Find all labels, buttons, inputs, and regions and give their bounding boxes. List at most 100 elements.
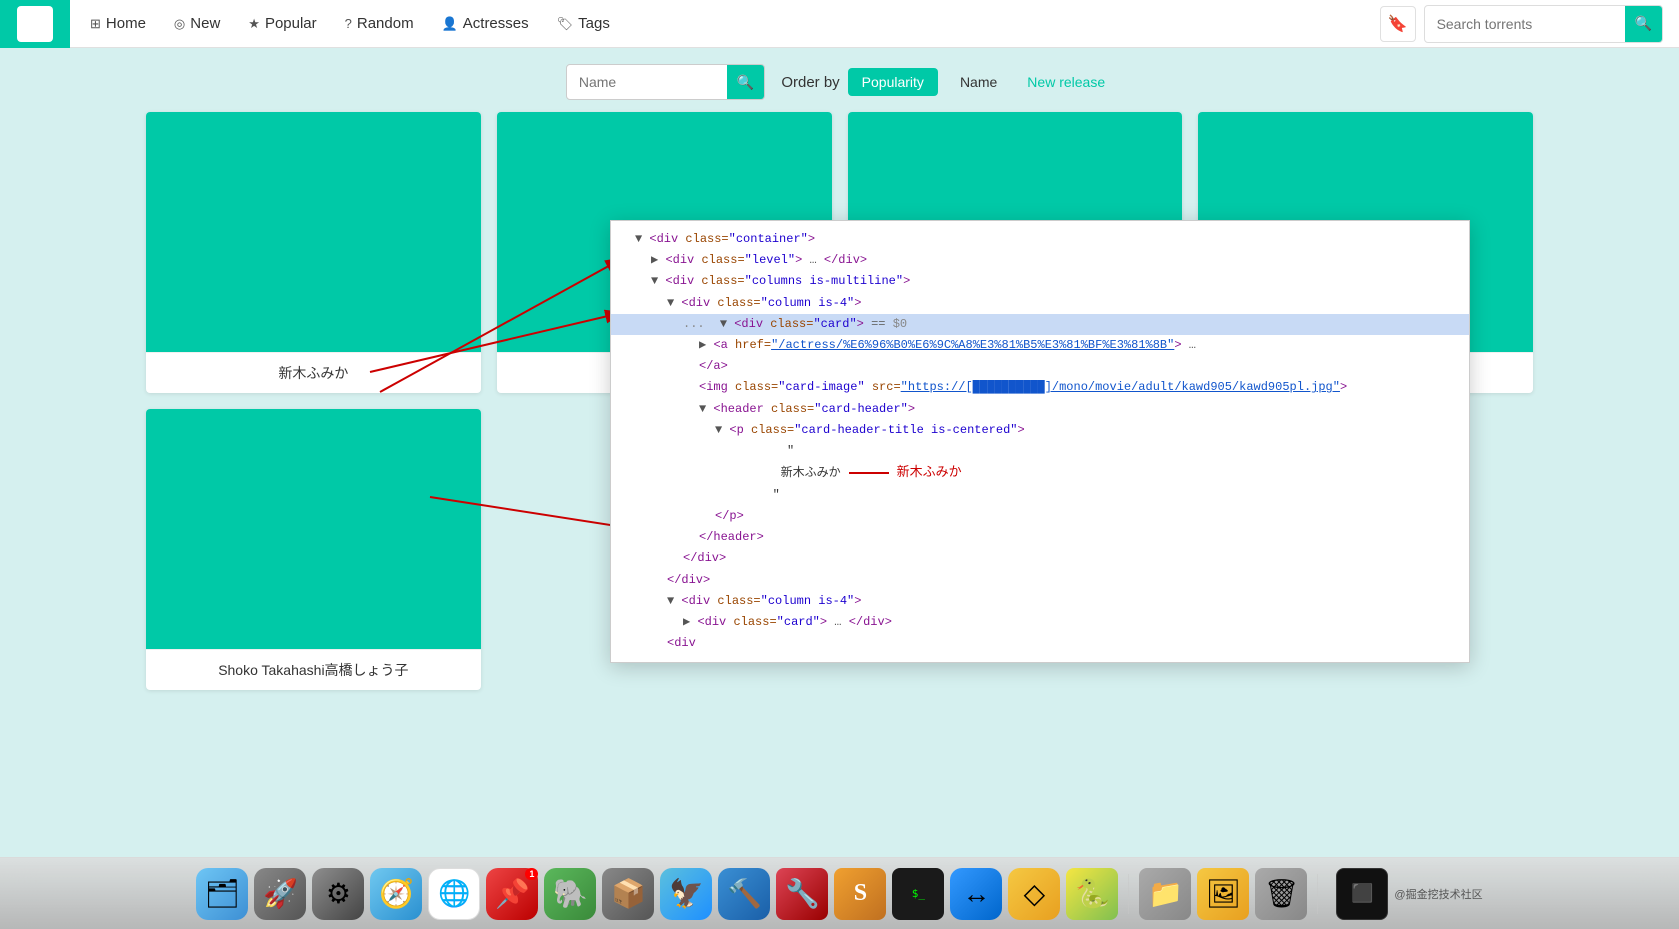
dock-teamviewer[interactable]: ↔ — [950, 868, 1002, 920]
random-icon: ? — [345, 16, 352, 31]
search-icon: 🔍 — [1635, 15, 1652, 31]
dock-terminal[interactable]: $_ — [892, 868, 944, 920]
nav-home[interactable]: ⊞ Home — [78, 9, 158, 38]
devtools-line-6: ▶ <a href="/actress/%E6%96%B0%E6%9C%A8%E… — [611, 335, 1469, 356]
new-icon: ◎ — [174, 16, 185, 32]
finder-icon: 🗂 — [205, 877, 241, 910]
brand-icon — [17, 6, 53, 42]
devtools-line-5-highlighted: ... ▼ <div class="card"> == $0 — [611, 314, 1469, 335]
bookmark-icon: 🔖 — [1388, 14, 1408, 34]
nav-items: ⊞ Home ◎ New ★ Popular ? Random 👤 Actres… — [78, 9, 1380, 38]
pycharm-icon: 🐍 — [1075, 877, 1110, 910]
sort-bar: 🔍 Order by Popularity Name New release — [0, 48, 1679, 112]
actress-card-5[interactable]: Shoko Takahashi高橋しょう子 — [146, 409, 481, 690]
dock-files[interactable]: 📁 — [1139, 868, 1191, 920]
preview-icon: 🖼 — [1206, 877, 1242, 910]
dock-tools[interactable]: 🔧 — [776, 868, 828, 920]
sort-search-icon: 🔍 — [737, 74, 754, 90]
sort-search-button[interactable]: 🔍 — [727, 65, 764, 99]
sort-newrelease-button[interactable]: New release — [1019, 68, 1113, 96]
dark1-icon: ⬛ — [1351, 883, 1373, 904]
devtools-line-2: ▶ <div class="level"> … </div> — [611, 250, 1469, 271]
devtools-annotation-name: 新木ふみか — [897, 463, 962, 484]
safari-icon: 🧭 — [379, 877, 414, 910]
devtools-line-17: </div> — [611, 570, 1469, 591]
actress-card-1[interactable]: 新木ふみか — [146, 112, 481, 393]
dock-evernote[interactable]: 🐘 — [544, 868, 596, 920]
xcode-icon: 🔨 — [727, 877, 762, 910]
chrome-icon: 🌐 — [438, 878, 470, 909]
devtools-panel: ▼ <div class="container"> ▶ <div class="… — [610, 220, 1470, 663]
dock-weibo-label: @掘金挖技术社区 — [1394, 886, 1482, 902]
nav-tags[interactable]: 🏷 Tags — [545, 9, 622, 38]
devtools-actress-name: 新木ふみか — [781, 464, 841, 483]
order-by-label: Order by — [781, 74, 839, 91]
devtools-line-11: " — [611, 441, 1469, 462]
sort-name-button[interactable]: Name — [946, 68, 1011, 96]
dock-separator — [1128, 874, 1129, 914]
devtools-line-14: </p> — [611, 506, 1469, 527]
devtools-line-9: ▼ <header class="card-header"> — [611, 399, 1469, 420]
dock-sublime[interactable]: S — [834, 868, 886, 920]
dock-chrome[interactable]: 🌐 — [428, 868, 480, 920]
search-input[interactable] — [1425, 10, 1625, 38]
dock-app1[interactable]: 📦 — [602, 868, 654, 920]
pinboard-icon: 📌 — [495, 877, 530, 910]
triangle-icon: ▼ — [635, 232, 642, 246]
dock-safari[interactable]: 🧭 — [370, 868, 422, 920]
dock-trash[interactable]: 🗑 — [1255, 868, 1307, 920]
nav-new[interactable]: ◎ New — [162, 9, 232, 38]
nav-actresses[interactable]: 👤 Actresses — [430, 9, 541, 38]
dock-sketch[interactable]: ◇ — [1008, 868, 1060, 920]
navbar: ⊞ Home ◎ New ★ Popular ? Random 👤 Actres… — [0, 0, 1679, 48]
search-button[interactable]: 🔍 — [1625, 6, 1662, 42]
tags-icon: 🏷 — [557, 16, 574, 32]
actress-name-1: 新木ふみか — [146, 352, 481, 393]
teamviewer-icon: ↔ — [962, 878, 990, 910]
actress-image-1 — [146, 112, 481, 352]
nav-popular-label: Popular — [265, 15, 317, 32]
devtools-line-3: ▼ <div class="columns is-multiline"> — [611, 271, 1469, 292]
sketch-icon: ◇ — [1024, 877, 1046, 910]
sort-search-box: 🔍 — [566, 64, 765, 100]
brand-logo[interactable] — [0, 0, 70, 48]
files-icon: 📁 — [1148, 877, 1183, 910]
nav-actresses-label: Actresses — [463, 15, 529, 32]
dock-sysprefs[interactable]: ⚙ — [312, 868, 364, 920]
launchpad-icon: 🚀 — [263, 877, 298, 910]
actress-name-5: Shoko Takahashi高橋しょう子 — [146, 649, 481, 690]
devtools-line-8: <img class="card-image" src="https://[██… — [611, 377, 1469, 398]
trash-icon: 🗑 — [1264, 877, 1300, 910]
dock-dark1[interactable]: ⬛ — [1336, 868, 1388, 920]
terminal-icon: $_ — [912, 887, 925, 900]
dock-xcode[interactable]: 🔨 — [718, 868, 770, 920]
devtools-line-15: </header> — [611, 527, 1469, 548]
home-icon: ⊞ — [90, 16, 101, 32]
dock-pinboard[interactable]: 📌 1 — [486, 868, 538, 920]
dock-separator-2 — [1317, 874, 1318, 914]
devtools-line-13: " — [611, 485, 1469, 506]
nav-new-label: New — [190, 15, 220, 32]
dock-preview[interactable]: 🖼 — [1197, 868, 1249, 920]
dock-launchpad[interactable]: 🚀 — [254, 868, 306, 920]
pinboard-badge: 1 — [525, 868, 538, 880]
nav-tags-label: Tags — [578, 15, 610, 32]
devtools-line-10: ▼ <p class="card-header-title is-centere… — [611, 420, 1469, 441]
dock-finder[interactable]: 🗂 — [196, 868, 248, 920]
nav-random[interactable]: ? Random — [333, 9, 426, 38]
sort-name-input[interactable] — [567, 68, 727, 96]
navbar-right: 🔖 🔍 — [1380, 5, 1663, 43]
sort-popularity-button[interactable]: Popularity — [848, 68, 938, 96]
devtools-line-4: ▼ <div class="column is-4"> — [611, 293, 1469, 314]
dock-pycharm[interactable]: 🐍 — [1066, 868, 1118, 920]
devtools-line-20: <div — [611, 633, 1469, 654]
devtools-line-19: ▶ <div class="card"> … </div> — [611, 612, 1469, 633]
nav-popular[interactable]: ★ Popular — [236, 9, 328, 38]
devtools-line-1: ▼ <div class="container"> — [611, 229, 1469, 250]
popular-icon: ★ — [248, 16, 260, 32]
devtools-line-7: </a> — [611, 356, 1469, 377]
devtools-line-16: </div> — [611, 548, 1469, 569]
bookmark-button[interactable]: 🔖 — [1380, 6, 1416, 42]
dock-app2[interactable]: 🦅 — [660, 868, 712, 920]
nav-random-label: Random — [357, 15, 414, 32]
